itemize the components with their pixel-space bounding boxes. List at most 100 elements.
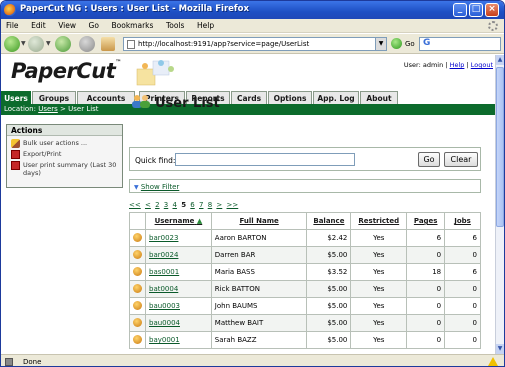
balance-cell: $5.00 xyxy=(306,280,352,298)
table-header-row: Username ▲ Full Name Balance Restricted … xyxy=(129,212,481,230)
expand-arrow-icon[interactable]: ▼ xyxy=(134,184,139,191)
url-dropdown-icon[interactable]: ▼ xyxy=(375,37,387,51)
export-print-link[interactable]: Export/Print xyxy=(7,150,122,159)
page-link[interactable]: 7 xyxy=(199,201,203,209)
tab-cards[interactable]: Cards xyxy=(231,91,267,104)
tab-users[interactable]: Users xyxy=(1,91,31,104)
tab-options[interactable]: Options xyxy=(268,91,312,104)
user-icon xyxy=(133,266,142,276)
username-column-header[interactable]: Username ▲ xyxy=(145,212,212,230)
balance-cell: $2.42 xyxy=(306,229,352,247)
home-button[interactable] xyxy=(101,37,115,51)
page-first-link[interactable]: << xyxy=(129,201,141,209)
username-link[interactable]: bat0004 xyxy=(149,285,178,293)
help-link[interactable]: Help xyxy=(450,61,465,69)
menu-tools[interactable]: Tools xyxy=(161,19,189,30)
stop-button[interactable] xyxy=(79,36,95,52)
username-link[interactable]: bar0024 xyxy=(149,251,178,259)
throbber-icon xyxy=(488,21,498,31)
table-row: bay0001 Sarah BAZZ $5.00 Yes 0 0 xyxy=(129,331,481,349)
balance-cell: $5.00 xyxy=(306,246,352,264)
jobs-column-header[interactable]: Jobs xyxy=(444,212,481,230)
icon-column-header xyxy=(129,212,146,230)
quick-find-input[interactable] xyxy=(175,153,355,166)
tab-about[interactable]: About xyxy=(360,91,398,104)
page-link[interactable]: 4 xyxy=(172,201,176,209)
back-dropdown-icon[interactable]: ▼ xyxy=(21,40,26,47)
scroll-down-icon[interactable]: ▼ xyxy=(496,344,504,354)
user-icon xyxy=(129,280,146,298)
username-link[interactable]: bau0003 xyxy=(149,302,180,310)
username-link[interactable]: bar0023 xyxy=(149,234,178,242)
menu-bookmarks[interactable]: Bookmarks xyxy=(107,19,159,30)
warning-icon[interactable] xyxy=(488,357,498,366)
actions-title: Actions xyxy=(7,125,122,136)
pages-cell: 0 xyxy=(406,297,446,315)
restricted-cell: Yes xyxy=(350,297,408,315)
username-cell[interactable]: bau0004 xyxy=(145,314,212,332)
username-cell[interactable]: bar0023 xyxy=(145,229,212,247)
vertical-scrollbar[interactable]: ▲ ▼ xyxy=(495,55,504,354)
menu-bar: File Edit View Go Bookmarks Tools Help xyxy=(1,19,504,33)
go-button[interactable]: Go xyxy=(418,152,440,167)
maximize-button[interactable]: □ xyxy=(469,3,483,17)
menu-edit[interactable]: Edit xyxy=(26,19,51,30)
location-users-link[interactable]: Users xyxy=(38,105,58,113)
user-icon xyxy=(133,249,142,259)
page-last-link[interactable]: >> xyxy=(227,201,239,209)
window-title: PaperCut NG : Users : User List - Mozill… xyxy=(20,4,249,14)
scroll-thumb[interactable] xyxy=(496,67,504,227)
bulk-user-actions-link[interactable]: Bulk user actions ... xyxy=(7,139,122,148)
username-link[interactable]: bas0001 xyxy=(149,268,179,276)
browser-window: PaperCut NG : Users : User List - Mozill… xyxy=(0,0,505,367)
tab-accounts[interactable]: Accounts xyxy=(77,91,135,104)
restricted-cell: Yes xyxy=(350,331,408,349)
logout-link[interactable]: Logout xyxy=(471,61,493,69)
page-link[interactable]: 8 xyxy=(208,201,212,209)
back-button[interactable] xyxy=(4,36,20,52)
clear-button[interactable]: Clear xyxy=(444,152,478,167)
tab-groups[interactable]: Groups xyxy=(32,91,76,104)
close-button[interactable]: × xyxy=(485,3,499,17)
go-label[interactable]: Go xyxy=(405,40,415,48)
menu-file[interactable]: File xyxy=(1,19,24,30)
papercut-logo: PaperCut™ xyxy=(11,59,121,83)
menu-go[interactable]: Go xyxy=(84,19,104,30)
logo-people-icon xyxy=(136,60,174,86)
menu-view[interactable]: View xyxy=(53,19,81,30)
forward-button[interactable] xyxy=(28,36,44,52)
page-link[interactable]: 6 xyxy=(190,201,194,209)
location-prefix: Location: xyxy=(4,105,36,113)
username-cell[interactable]: bar0024 xyxy=(145,246,212,264)
balance-cell: $3.52 xyxy=(306,263,352,281)
username-link[interactable]: bay0001 xyxy=(149,336,180,344)
menu-help[interactable]: Help xyxy=(192,19,219,30)
page-link[interactable]: 3 xyxy=(164,201,168,209)
show-filter-link[interactable]: Show Filter xyxy=(141,183,179,191)
fullname-column-header[interactable]: Full Name xyxy=(210,212,308,230)
pages-column-header[interactable]: Pages xyxy=(406,212,446,230)
scroll-up-icon[interactable]: ▲ xyxy=(496,55,504,65)
user-icon xyxy=(129,229,146,247)
username-link[interactable]: bau0004 xyxy=(149,319,180,327)
page-next-link[interactable]: > xyxy=(216,201,222,209)
username-cell[interactable]: bat0004 xyxy=(145,280,212,298)
go-arrow-icon[interactable] xyxy=(391,38,402,49)
balance-cell: $5.00 xyxy=(306,331,352,349)
user-icon xyxy=(129,297,146,315)
restricted-cell: Yes xyxy=(350,280,408,298)
search-field[interactable]: G xyxy=(419,37,501,51)
restricted-column-header[interactable]: Restricted xyxy=(350,212,408,230)
user-print-summary-link[interactable]: User print summary (Last 30 days) xyxy=(7,161,122,177)
forward-dropdown-icon[interactable]: ▼ xyxy=(46,40,51,47)
username-cell[interactable]: bau0003 xyxy=(145,297,212,315)
url-field[interactable]: http://localhost:9191/app?service=page/U… xyxy=(123,37,387,51)
page-link[interactable]: 2 xyxy=(155,201,159,209)
balance-column-header[interactable]: Balance xyxy=(306,212,352,230)
minimize-button[interactable]: _ xyxy=(453,3,467,17)
reload-button[interactable] xyxy=(55,36,71,52)
username-cell[interactable]: bas0001 xyxy=(145,263,212,281)
username-cell[interactable]: bay0001 xyxy=(145,331,212,349)
tab-app-log[interactable]: App. Log xyxy=(313,91,359,104)
page-prev-link[interactable]: < xyxy=(145,201,151,209)
